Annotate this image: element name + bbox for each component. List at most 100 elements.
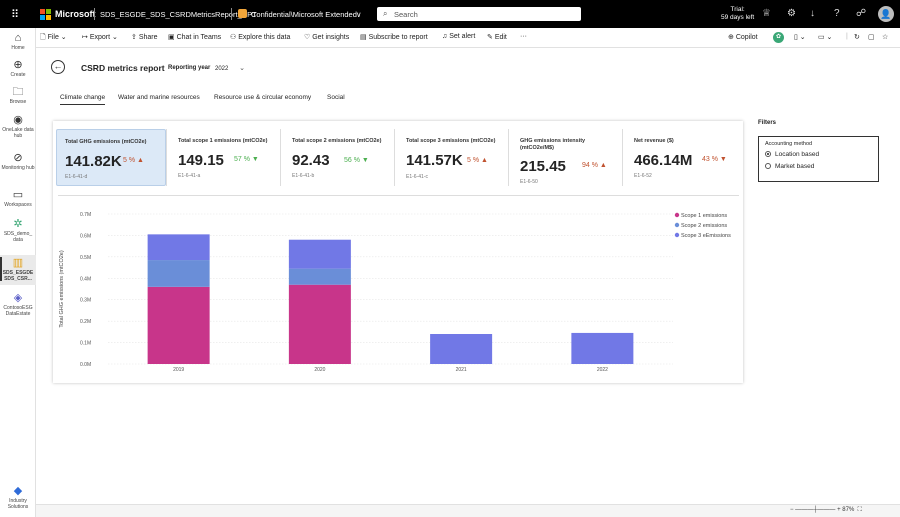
- search-icon: ⌕: [383, 9, 388, 18]
- refresh-icon[interactable]: ↻: [854, 33, 860, 41]
- copilot-icon[interactable]: ✿: [773, 32, 784, 43]
- nav-create[interactable]: ⊕ Create: [0, 59, 36, 78]
- sensitivity-chevron-icon[interactable]: ∨: [356, 10, 362, 19]
- nav-sds-demo-data[interactable]: ✲ SDS_demo_ data: [0, 218, 36, 243]
- copilot-button[interactable]: ⊕ Copilot: [728, 33, 758, 41]
- y-tick-label: 0.1M: [80, 341, 91, 347]
- kpi-change: 5 % ▲: [123, 157, 144, 164]
- onelake-icon: ◉: [13, 114, 23, 126]
- x-tick-label: 2022: [597, 367, 608, 373]
- brand-name: Microsoft: [55, 9, 96, 19]
- help-icon[interactable]: ?: [834, 8, 840, 19]
- file-menu[interactable]: 🗋 File ⌄: [40, 33, 67, 44]
- kpi-change: 5 % ▲: [467, 157, 488, 164]
- favorite-icon[interactable]: ☆: [882, 33, 888, 41]
- bookmark-icon[interactable]: ▯ ⌄: [794, 33, 806, 41]
- report-path[interactable]: SDS_ESGDE_SDS_CSRDMetricsReport_RPT: [100, 10, 257, 19]
- set-alert-button[interactable]: ♫ Set alert: [442, 33, 475, 40]
- kpi-value: 92.43: [292, 152, 330, 169]
- nav-onelake-data-hub[interactable]: ◉ OneLake data hub: [0, 114, 36, 139]
- avatar[interactable]: 👤: [878, 6, 894, 22]
- y-tick-label: 0.2M: [80, 319, 91, 325]
- x-tick-label: 2019: [173, 367, 184, 373]
- report-icon: ▥: [12, 257, 24, 269]
- more-options-button[interactable]: ···: [520, 33, 527, 40]
- nav-home[interactable]: ⌂ Home: [0, 32, 36, 51]
- kpi-change: 56 % ▼: [344, 157, 369, 164]
- bar-segment: [288, 268, 351, 285]
- filter-option-market-based[interactable]: Market based: [765, 163, 814, 170]
- notifications-icon[interactable]: ♕: [762, 8, 771, 19]
- kpi-card-scope2[interactable]: Total scope 2 emissions (mtCO2e) 92.43 5…: [284, 129, 394, 186]
- subscribe-button[interactable]: ▤ Subscribe to report: [360, 33, 428, 41]
- create-icon: ⊕: [13, 59, 23, 71]
- nav-sds-esgde-report[interactable]: ▥ SDS_ESGDE SDS_CSR...: [0, 255, 36, 285]
- radio-selected-icon[interactable]: [765, 151, 771, 157]
- monitoring-icon: ⊘: [13, 152, 23, 164]
- kpi-value: 141.57K: [406, 152, 463, 169]
- top-app-bar: ⠿ Microsoft SDS_ESGDE_SDS_CSRDMetricsRep…: [0, 0, 900, 28]
- search-input[interactable]: ⌕ Search: [377, 7, 581, 21]
- y-tick-label: 0.3M: [80, 298, 91, 304]
- nav-monitoring-hub[interactable]: ⊘ Monitoring hub: [0, 152, 36, 171]
- reporting-year-dropdown[interactable]: 2022 ⌄: [213, 63, 247, 75]
- reporting-year-value: 2022: [215, 66, 229, 72]
- reporting-year-label: Reporting year: [168, 65, 211, 71]
- nav-industry-solutions[interactable]: ◆ Industry Solutions: [0, 485, 36, 510]
- tab-social[interactable]: Social: [327, 94, 345, 101]
- kpi-card-scope3[interactable]: Total scope 3 emissions (mtCO2e) 141.57K…: [398, 129, 508, 186]
- sensitivity-label[interactable]: Confidential\Microsoft Extended: [251, 10, 357, 19]
- kpi-change: 57 % ▼: [234, 156, 259, 163]
- browse-icon: 🗀: [12, 86, 24, 98]
- zoom-control[interactable]: − ———┼——— + 87% ⛶: [790, 507, 862, 514]
- nav-workspaces[interactable]: ▭ Workspaces: [0, 189, 36, 208]
- kpi-title: Net revenue ($): [634, 138, 674, 144]
- explore-data-button[interactable]: ⚇ Explore this data: [230, 33, 290, 41]
- edit-button[interactable]: ✎ Edit: [487, 33, 507, 41]
- view-icon[interactable]: ▭ ⌄: [818, 33, 832, 41]
- back-arrow-icon[interactable]: ←: [51, 60, 65, 74]
- y-axis-label: Total GHG emissions (mtCO2e): [59, 250, 65, 327]
- settings-icon[interactable]: ⚙: [787, 8, 796, 19]
- home-icon: ⌂: [14, 32, 22, 44]
- divider: [58, 195, 739, 196]
- legend-label: Scope 1 emissions: [681, 213, 727, 219]
- kpi-value: 141.82K: [65, 153, 122, 170]
- tab-climate-change[interactable]: Climate change: [60, 94, 106, 105]
- kpi-card-scope1[interactable]: Total scope 1 emissions (mtCO2e) 149.15 …: [170, 129, 280, 186]
- share-button[interactable]: ⇪ Share: [131, 33, 158, 41]
- kpi-card-ghg-intensity[interactable]: GHG emissions intensity (mtCO2e/M$) 215.…: [512, 129, 622, 186]
- download-icon[interactable]: ↓: [810, 8, 815, 19]
- nav-contoso-esg-dataestate[interactable]: ◈ ContosoESG DataEstate: [0, 292, 36, 317]
- chat-in-teams-button[interactable]: ▣ Chat in Teams: [168, 33, 221, 41]
- microsoft-logo-icon: [40, 9, 51, 20]
- y-tick-label: 0.0M: [80, 362, 91, 368]
- kpi-id: E1-6-41-a: [178, 173, 201, 179]
- kpi-card-net-revenue[interactable]: Net revenue ($) 466.14M 43 % ▼ E1-6-52: [626, 129, 736, 186]
- feedback-icon[interactable]: ☍: [856, 8, 866, 19]
- comment-icon[interactable]: ▢: [868, 33, 875, 41]
- kpi-value: 149.15: [178, 152, 224, 169]
- kpi-id: E1-6-41-d: [65, 174, 88, 180]
- app-launcher-icon[interactable]: ⠿: [11, 8, 19, 21]
- y-tick-label: 0.4M: [80, 276, 91, 282]
- filter-option-location-based[interactable]: Location based: [765, 151, 819, 158]
- bar-segment: [430, 334, 493, 364]
- get-insights-button[interactable]: ♡ Get insights: [304, 33, 349, 41]
- radio-icon[interactable]: [765, 163, 771, 169]
- kpi-title: Total scope 1 emissions (mtCO2e): [178, 138, 268, 144]
- x-tick-label: 2021: [456, 367, 467, 373]
- filter-group-title: Accounting method: [765, 141, 813, 147]
- tab-resource-use[interactable]: Resource use & circular economy: [214, 94, 311, 101]
- chevron-down-icon: ⌄: [239, 65, 245, 72]
- nav-browse[interactable]: 🗀 Browse: [0, 86, 36, 105]
- export-menu[interactable]: ↦ Export ⌄: [82, 33, 118, 41]
- bar-segment: [288, 239, 351, 269]
- kpi-value: 215.45: [520, 158, 566, 175]
- kpi-card-total-ghg[interactable]: Total GHG emissions (mtCO2e) 141.82K 5 %…: [56, 129, 166, 186]
- tab-water-and-marine[interactable]: Water and marine resources: [118, 94, 200, 101]
- kpi-change: 94 % ▲: [582, 162, 607, 169]
- filters-title: Filters: [758, 120, 777, 126]
- legend-label: Scope 3 eEmissions: [681, 233, 731, 239]
- trial-status: Trial: 59 days left: [721, 6, 755, 21]
